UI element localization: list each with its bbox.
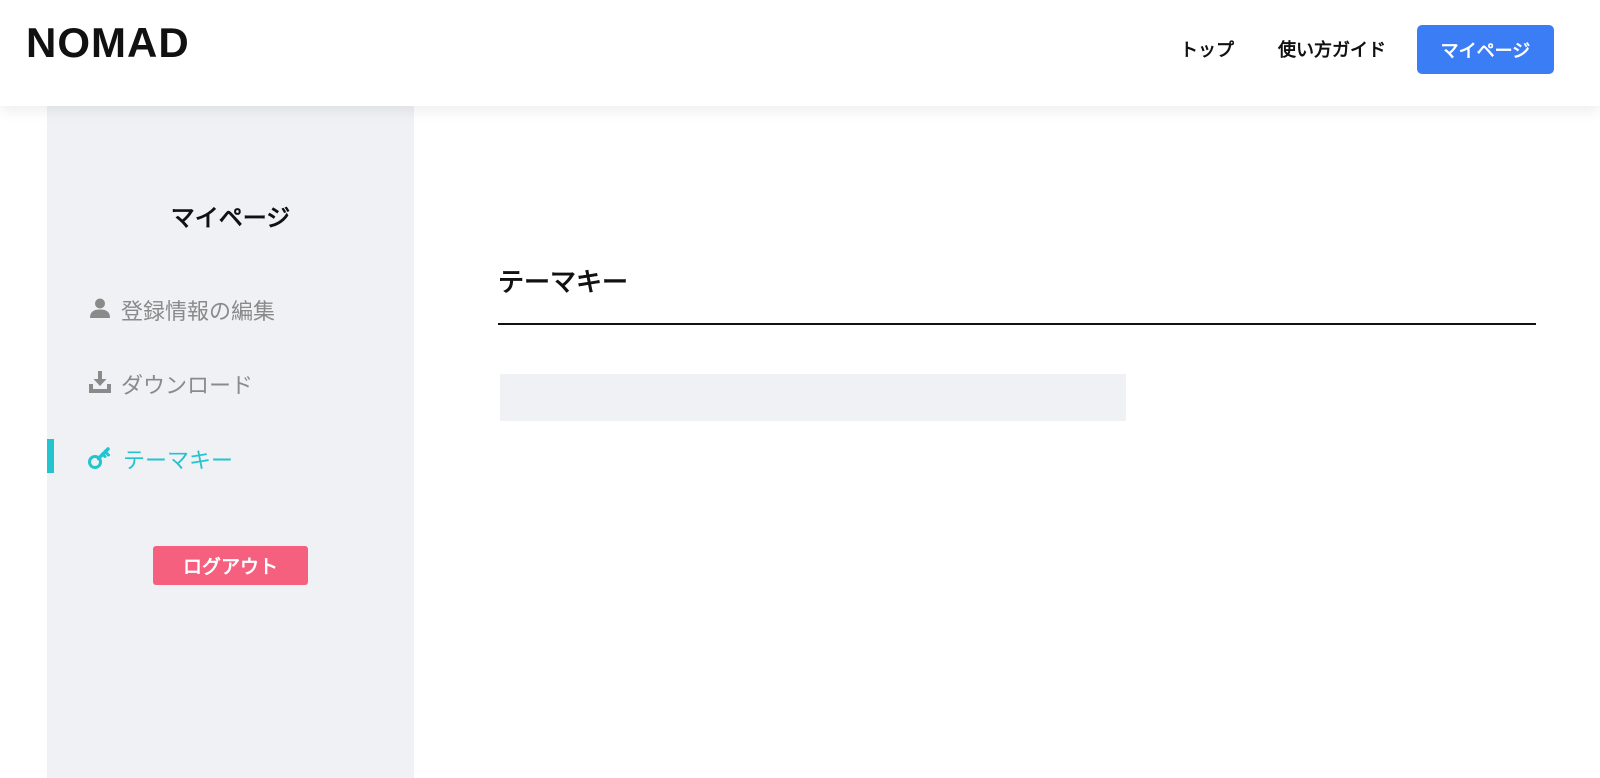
nav-mypage-label: マイページ <box>1440 40 1531 62</box>
nav-mypage-button[interactable]: マイページ <box>1417 25 1554 74</box>
nav-guide-link[interactable]: 使い方ガイド <box>1278 36 1386 62</box>
sidebar-item-theme-key[interactable]: テーマキー <box>47 439 414 475</box>
logout-button[interactable]: ログアウト <box>153 546 308 585</box>
sidebar-item-edit-profile[interactable]: 登録情報の編集 <box>47 290 414 326</box>
user-icon <box>88 296 112 320</box>
key-icon <box>88 445 112 469</box>
page-title: テーマキー <box>498 268 629 298</box>
nomad-logo[interactable]: NOMAD <box>26 22 190 64</box>
sidebar-item-label: ダウンロード <box>121 374 254 399</box>
sidebar-item-label: 登録情報の編集 <box>121 300 276 325</box>
sidebar-item-download[interactable]: ダウンロード <box>47 364 414 400</box>
logout-label: ログアウト <box>182 556 278 578</box>
sidebar-title: マイページ <box>170 204 291 232</box>
site-header: NOMAD トップ 使い方ガイド マイページ <box>0 0 1600 106</box>
sidebar-item-label: テーマキー <box>123 449 234 474</box>
title-divider <box>498 323 1536 325</box>
sidebar: マイページ 登録情報の編集 ダウンロード テーマキー ログアウト <box>47 106 414 778</box>
active-indicator <box>47 439 54 473</box>
download-icon <box>88 370 112 394</box>
nav-top-link[interactable]: トップ <box>1180 36 1234 62</box>
theme-key-field[interactable] <box>500 374 1126 421</box>
